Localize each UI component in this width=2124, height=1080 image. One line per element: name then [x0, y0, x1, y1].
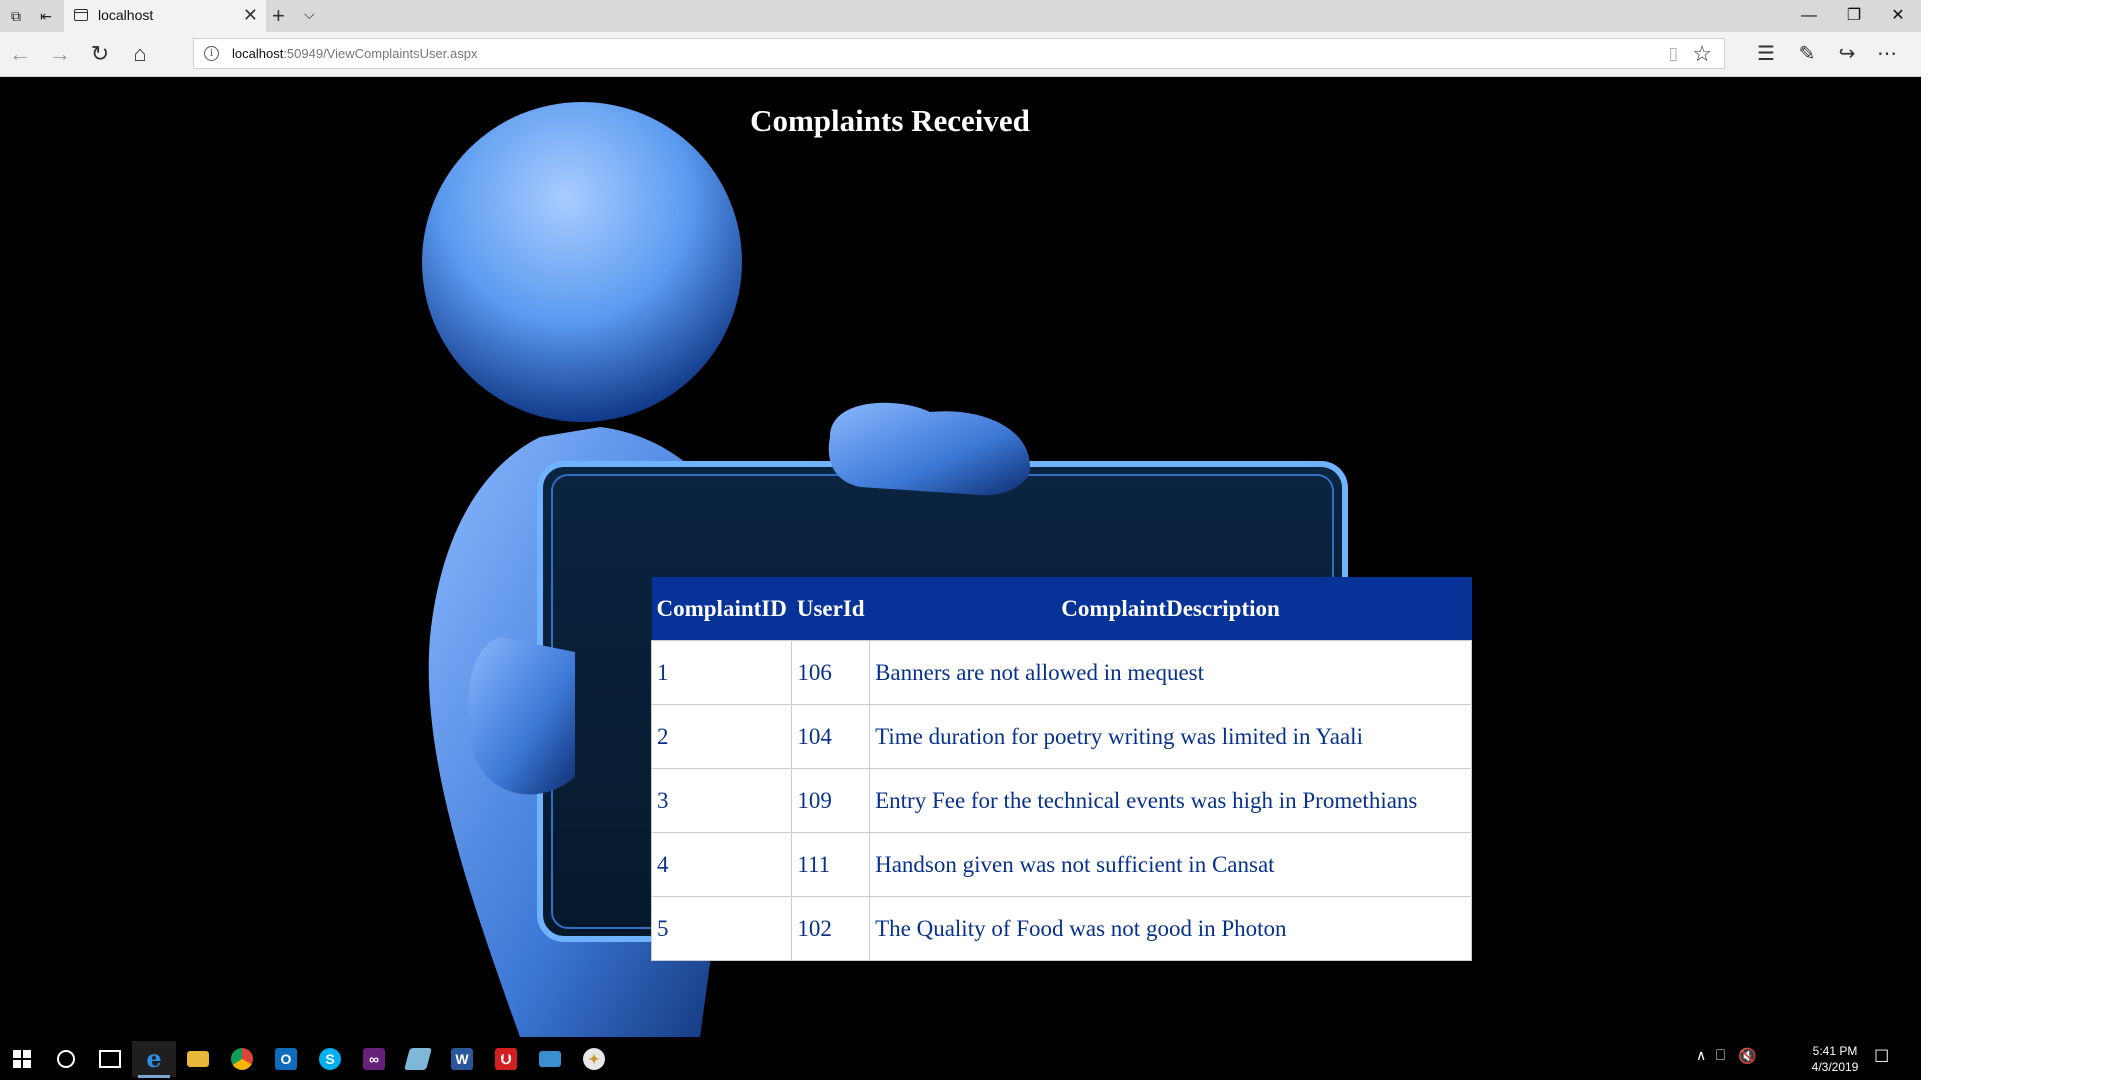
- user-id-cell: 102: [791, 896, 871, 961]
- complaint-description-cell: Handson given was not sufficient in Cans…: [869, 832, 1472, 897]
- more-icon[interactable]: ⋯: [1873, 40, 1901, 68]
- url-text[interactable]: localhost:50949/ViewComplaintsUser.aspx: [232, 46, 477, 61]
- tab-title: localhost: [98, 7, 154, 23]
- complaint-description-cell: Entry Fee for the technical events was h…: [869, 768, 1472, 833]
- page-content: Complaints Received ComplaintID UserId C…: [0, 77, 1921, 1037]
- address-bar[interactable]: i localhost:50949/ViewComplaintsUser.asp…: [193, 38, 1725, 69]
- tab-localhost[interactable]: localhost ✕: [64, 0, 266, 32]
- table-row: 3 109 Entry Fee for the technical events…: [650, 768, 1472, 833]
- web-note-pen-icon[interactable]: ✎: [1793, 40, 1821, 68]
- visual-studio-icon: ∞: [363, 1048, 385, 1070]
- info-icon[interactable]: i: [204, 46, 219, 61]
- user-id-cell: 104: [791, 704, 871, 769]
- taskbar-edge[interactable]: e: [132, 1041, 176, 1078]
- table-row: 5 102 The Quality of Food was not good i…: [650, 896, 1472, 961]
- app-icon: [404, 1048, 432, 1070]
- url-host: localhost: [232, 46, 284, 61]
- close-window-icon[interactable]: ✕: [1875, 0, 1921, 32]
- back-icon[interactable]: ←: [6, 40, 34, 68]
- complaints-table: ComplaintID UserId ComplaintDescription …: [650, 577, 1472, 961]
- outlook-icon: O: [275, 1048, 297, 1070]
- complaint-id-cell: 1: [650, 640, 793, 705]
- table-row: 1 106 Banners are not allowed in mequest: [650, 640, 1472, 705]
- title-bar: ⧉ ⇤ localhost ✕ + ⌵ — ❐ ✕: [0, 0, 1921, 32]
- complaint-description-cell: Banners are not allowed in mequest: [869, 640, 1472, 705]
- windows-logo-icon: [13, 1050, 31, 1068]
- table-header-row: ComplaintID UserId ComplaintDescription: [651, 577, 1472, 641]
- taskbar-acrobat[interactable]: ⮋: [484, 1041, 528, 1077]
- skype-icon: S: [319, 1048, 341, 1070]
- set-aside-tabs-icon[interactable]: ⇤: [36, 6, 56, 26]
- blank-area: [1921, 0, 2124, 1080]
- taskbar-skype[interactable]: S: [308, 1041, 352, 1077]
- taskbar-app[interactable]: [396, 1041, 440, 1077]
- chevron-down-icon[interactable]: ⌵: [304, 6, 315, 23]
- start-button[interactable]: [0, 1041, 44, 1077]
- paint-icon: ✦: [583, 1048, 605, 1070]
- user-id-cell: 109: [791, 768, 871, 833]
- taskbar-clock[interactable]: 5:41 PM 4/3/2019: [1805, 1043, 1865, 1075]
- page-icon: [74, 9, 88, 21]
- chrome-icon: [231, 1048, 253, 1070]
- folder-icon: [187, 1051, 209, 1067]
- complaint-id-cell: 3: [650, 768, 793, 833]
- complaint-description-cell: The Quality of Food was not good in Phot…: [869, 896, 1472, 961]
- taskbar-outlook[interactable]: O: [264, 1041, 308, 1077]
- share-icon[interactable]: ↪: [1833, 40, 1861, 68]
- search-button[interactable]: [44, 1041, 88, 1077]
- home-icon[interactable]: ⌂: [126, 40, 154, 68]
- forward-icon[interactable]: →: [46, 40, 74, 68]
- favorites-hub-icon[interactable]: ☰: [1752, 40, 1780, 68]
- browser-window: ⧉ ⇤ localhost ✕ + ⌵ — ❐ ✕ ← → ↻ ⌂ i loca…: [0, 0, 1921, 1080]
- column-header-complaintid: ComplaintID: [651, 577, 792, 641]
- user-id-cell: 106: [791, 640, 871, 705]
- new-tab-icon[interactable]: +: [272, 3, 285, 29]
- minimize-icon[interactable]: —: [1786, 0, 1832, 32]
- table-row: 2 104 Time duration for poetry writing w…: [650, 704, 1472, 769]
- column-header-userid: UserId: [791, 577, 870, 641]
- show-hidden-icons-icon[interactable]: ∧: [1696, 1047, 1706, 1064]
- url-path: :50949/ViewComplaintsUser.aspx: [283, 46, 478, 61]
- acrobat-icon: ⮋: [495, 1048, 517, 1070]
- taskbar-paint[interactable]: ✦: [572, 1041, 616, 1077]
- taskbar-remote-desktop[interactable]: [528, 1041, 572, 1077]
- word-icon: W: [451, 1048, 473, 1070]
- complaint-id-cell: 4: [650, 832, 793, 897]
- complaint-id-cell: 2: [650, 704, 793, 769]
- user-id-cell: 111: [791, 832, 871, 897]
- navigation-bar: ← → ↻ ⌂ i localhost:50949/ViewComplaints…: [0, 32, 1921, 77]
- taskbar-chrome[interactable]: [220, 1041, 264, 1077]
- close-tab-icon[interactable]: ✕: [243, 5, 258, 26]
- action-center-icon[interactable]: ☐: [1874, 1047, 1889, 1067]
- edge-icon: e: [146, 1044, 162, 1073]
- taskbar-file-explorer[interactable]: [176, 1041, 220, 1077]
- clock-time: 5:41 PM: [1812, 1044, 1858, 1058]
- taskbar-visual-studio[interactable]: ∞: [352, 1041, 396, 1077]
- page-title: Complaints Received: [750, 103, 1030, 138]
- clock-date: 4/3/2019: [1811, 1060, 1859, 1074]
- restore-icon[interactable]: ❐: [1831, 0, 1877, 32]
- volume-muted-icon[interactable]: 🔇: [1738, 1047, 1757, 1065]
- task-view-button[interactable]: [88, 1041, 132, 1077]
- complaint-description-cell: Time duration for poetry writing was lim…: [869, 704, 1472, 769]
- tab-actions-icon[interactable]: ⧉: [6, 6, 26, 26]
- network-icon[interactable]: ⎕: [1716, 1047, 1725, 1064]
- task-view-icon: [99, 1050, 121, 1068]
- complaint-id-cell: 5: [650, 896, 793, 961]
- favorite-star-icon[interactable]: ☆: [1692, 41, 1712, 67]
- refresh-icon[interactable]: ↻: [86, 40, 114, 68]
- reading-view-icon[interactable]: ▯: [1669, 44, 1678, 64]
- taskbar: e O S ∞ W ⮋ ✦ ∧ ⎕ 🔇 ☐: [0, 1037, 1921, 1080]
- remote-desktop-icon: [539, 1051, 561, 1067]
- table-row: 4 111 Handson given was not sufficient i…: [650, 832, 1472, 897]
- column-header-complaintdescription: ComplaintDescription: [869, 577, 1472, 641]
- cortana-circle-icon: [57, 1050, 75, 1068]
- taskbar-word[interactable]: W: [440, 1041, 484, 1077]
